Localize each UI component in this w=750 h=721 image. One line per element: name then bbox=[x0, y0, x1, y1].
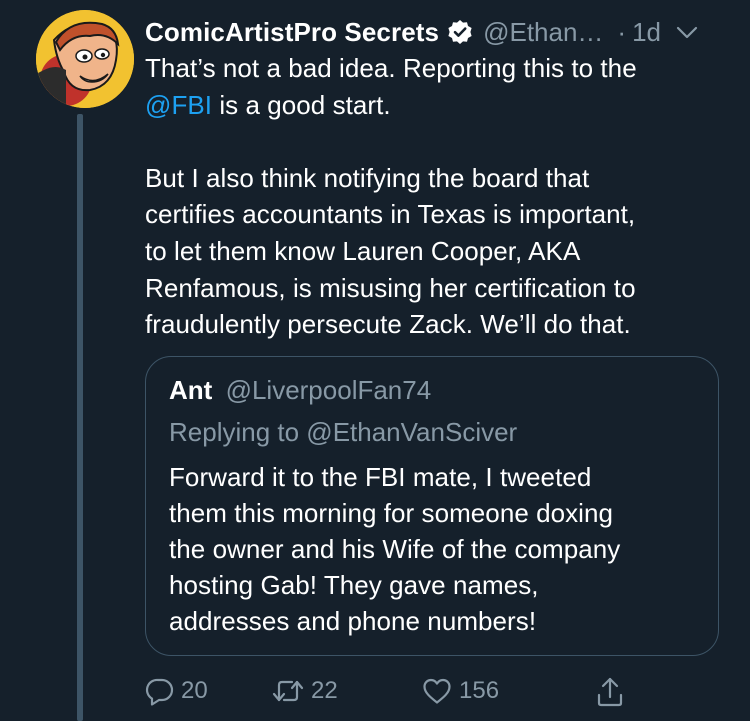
quoted-line: the owner and his Wife of the company bbox=[169, 534, 621, 564]
display-name[interactable]: ComicArtistPro Secrets bbox=[145, 17, 439, 48]
mention-link[interactable]: @FBI bbox=[145, 90, 212, 120]
heart-icon bbox=[421, 676, 453, 706]
mention-suffix: is a good start. bbox=[212, 89, 391, 120]
share-icon bbox=[595, 676, 625, 708]
tweet-line: certifies accountants in Texas is import… bbox=[145, 199, 636, 230]
separator-dot: · bbox=[617, 16, 627, 47]
quoted-tweet-text: Forward it to the FBI mate, I tweeted th… bbox=[169, 459, 699, 639]
tweet: ComicArtistPro Secrets @Ethan… · 1d That… bbox=[0, 0, 750, 721]
quoted-line: Forward it to the FBI mate, I tweeted bbox=[169, 462, 592, 492]
tweet-line: to let them know Lauren Cooper, AKA bbox=[145, 235, 581, 266]
verified-badge-icon bbox=[447, 19, 473, 45]
tweet-line: But I also think notifying the board tha… bbox=[145, 162, 590, 193]
avatar-image bbox=[36, 10, 134, 108]
quoted-display-name: Ant bbox=[169, 375, 213, 405]
thread-line bbox=[77, 114, 83, 721]
quoted-line: hosting Gab! They gave names, bbox=[169, 570, 539, 600]
tweet-line: That’s not a bad idea. Reporting this to… bbox=[145, 53, 637, 83]
chevron-down-icon[interactable] bbox=[675, 20, 699, 44]
retweet-count: 22 bbox=[311, 677, 338, 704]
tweet-text: That’s not a bad idea. Reporting this to… bbox=[145, 50, 735, 343]
retweet-icon bbox=[271, 676, 305, 706]
quoted-tweet[interactable]: Ant @LiverpoolFan74 Replying to @EthanVa… bbox=[145, 356, 719, 656]
quoted-handle: @LiverpoolFan74 bbox=[225, 375, 432, 405]
tweet-line: @FBI is a good start. bbox=[145, 87, 735, 124]
quoted-tweet-header: Ant @LiverpoolFan74 bbox=[169, 375, 431, 406]
share-button[interactable] bbox=[595, 676, 625, 708]
retweet-button[interactable]: 22 bbox=[271, 676, 338, 706]
tweet-header: ComicArtistPro Secrets @Ethan… · 1d bbox=[145, 14, 735, 50]
like-button[interactable]: 156 bbox=[421, 676, 499, 706]
reply-count: 20 bbox=[181, 677, 208, 704]
avatar[interactable] bbox=[36, 10, 134, 108]
handle[interactable]: @Ethan… bbox=[483, 17, 603, 48]
quoted-line: addresses and phone numbers! bbox=[169, 606, 537, 636]
reply-button[interactable]: 20 bbox=[145, 676, 208, 706]
action-bar: 20 22 156 bbox=[145, 676, 645, 712]
like-count: 156 bbox=[459, 677, 500, 704]
tweet-line: Renfamous, is misusing her certification… bbox=[145, 272, 636, 303]
quoted-line: them this morning for someone doxing bbox=[169, 498, 614, 528]
replying-to: Replying to @EthanVanSciver bbox=[169, 417, 518, 447]
tweet-line: fraudulently persecute Zack. We’ll do th… bbox=[145, 309, 631, 340]
timestamp[interactable]: 1d bbox=[632, 17, 661, 48]
reply-icon bbox=[145, 676, 175, 706]
